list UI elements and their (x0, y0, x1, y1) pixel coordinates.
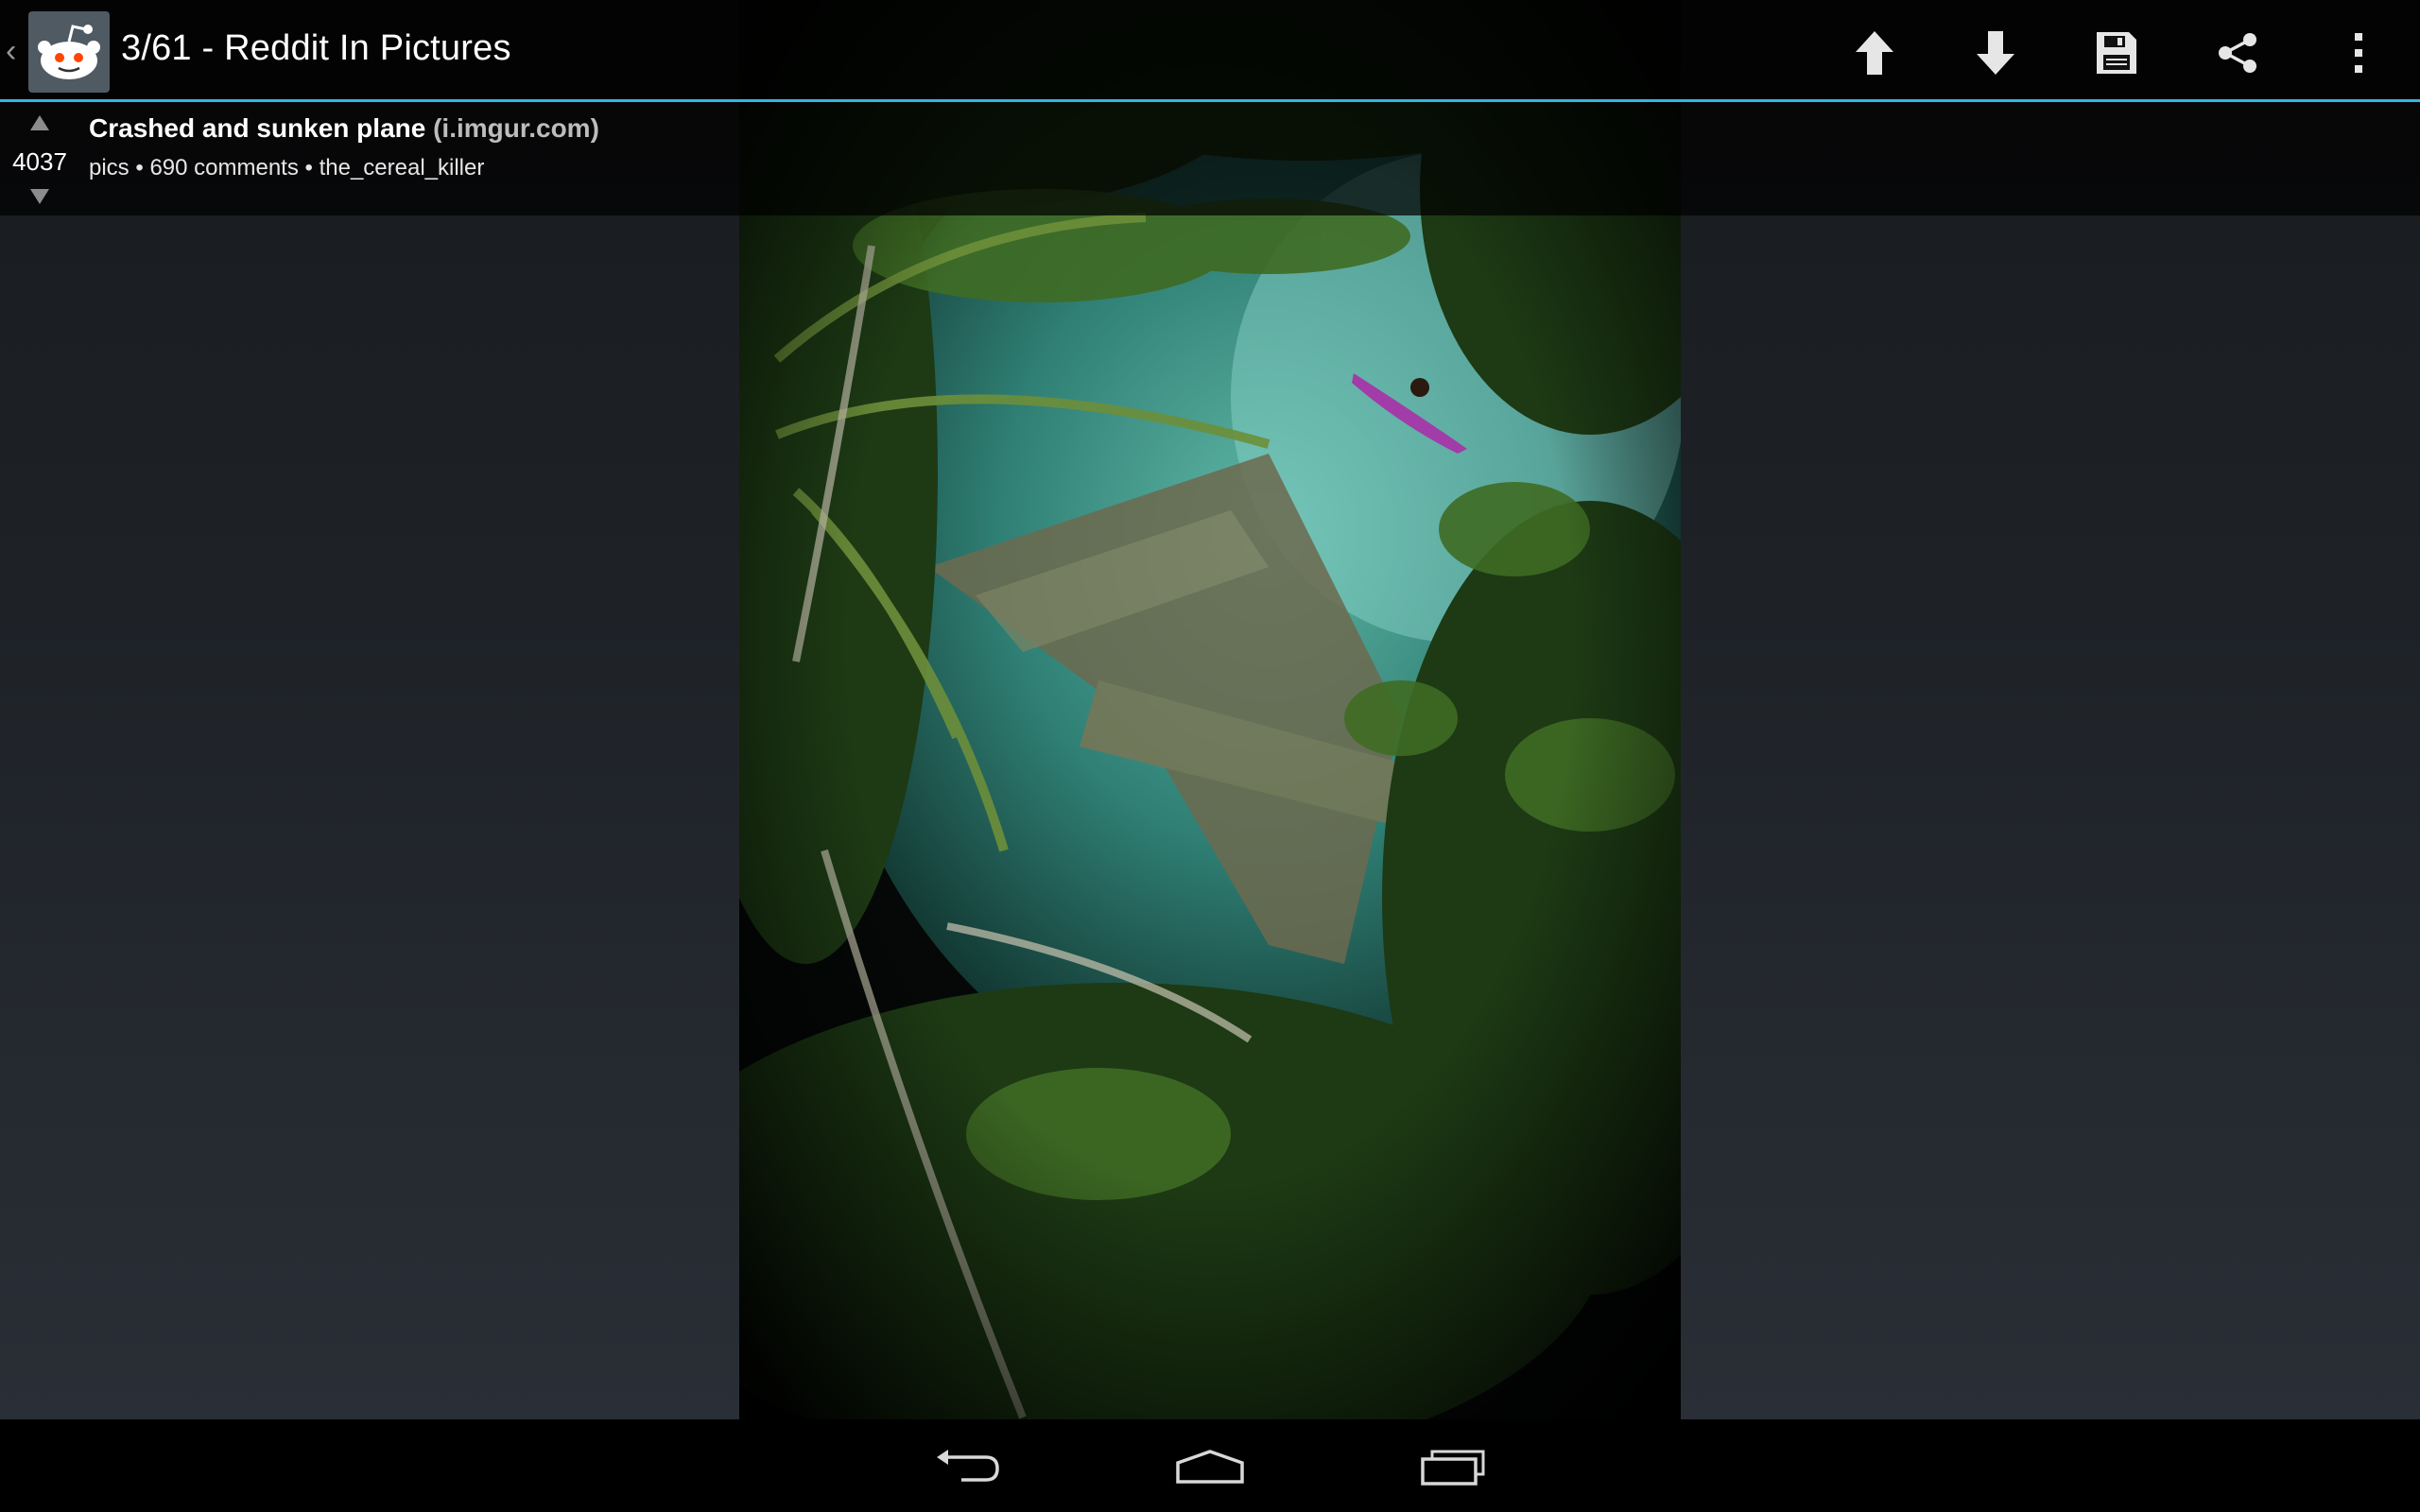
app-logo-icon[interactable] (28, 11, 110, 93)
home-button[interactable] (1158, 1436, 1262, 1497)
post-title-line[interactable]: Crashed and sunken plane (i.imgur.com) (89, 113, 599, 144)
vote-down-arrow-icon[interactable] (28, 187, 51, 206)
share-icon (2219, 33, 2256, 73)
arrow-down-icon (1977, 31, 2014, 75)
app-title: 3/61 - Reddit In Pictures (121, 28, 511, 68)
post-comments[interactable]: 690 comments (149, 155, 298, 180)
post-subreddit[interactable]: pics (89, 155, 130, 180)
save-button[interactable] (2086, 23, 2147, 83)
upvote-button[interactable] (1844, 23, 1905, 83)
recent-apps-button[interactable] (1401, 1436, 1505, 1497)
post-author[interactable]: the_cereal_killer (320, 155, 485, 180)
downvote-button[interactable] (1965, 23, 2026, 83)
up-caret-icon[interactable]: ‹ (6, 34, 23, 68)
home-icon (1176, 1450, 1244, 1484)
post-title[interactable]: Crashed and sunken plane (89, 113, 425, 143)
system-nav-bar (0, 1419, 2420, 1512)
post-domain: (i.imgur.com) (433, 113, 599, 143)
recent-apps-icon (1421, 1450, 1485, 1486)
share-button[interactable] (2207, 23, 2268, 83)
arrow-up-icon (1856, 31, 1893, 75)
more-vert-icon (2355, 33, 2362, 73)
back-icon (937, 1450, 999, 1482)
post-score: 4037 (12, 147, 67, 176)
vote-up-arrow-icon[interactable] (28, 113, 51, 132)
back-button[interactable] (915, 1436, 1019, 1497)
post-info-bar: 4037 Crashed and sunken plane (i.imgur.c… (0, 102, 2420, 215)
post-meta: pics • 690 comments • the_cereal_killer (89, 155, 484, 181)
floppy-disk-icon (2097, 32, 2136, 74)
meta-separator: • (304, 155, 313, 180)
overflow-menu-button[interactable] (2328, 23, 2389, 83)
action-bar: ‹ 3/61 - Reddit In Pictures (0, 0, 2420, 102)
meta-separator: • (135, 155, 144, 180)
